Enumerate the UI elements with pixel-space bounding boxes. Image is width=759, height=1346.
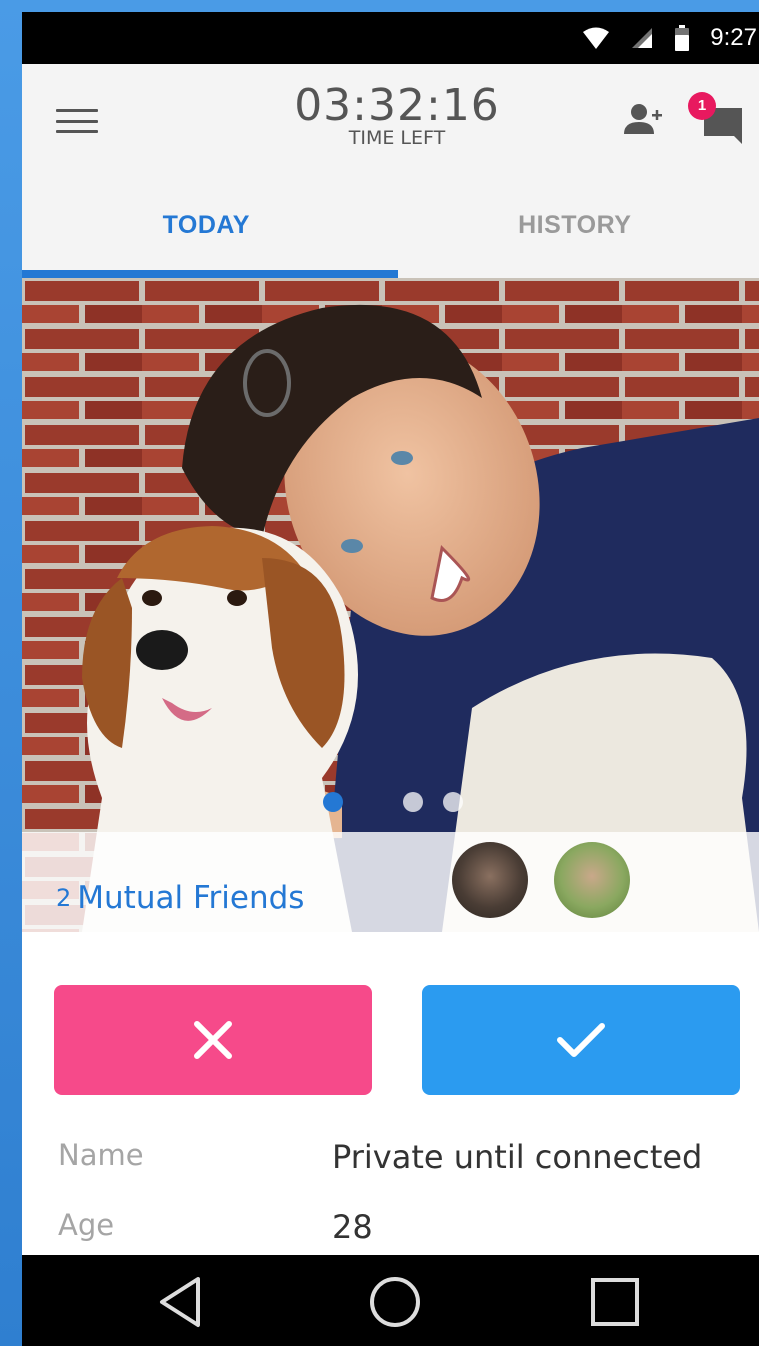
- wifi-icon: [583, 27, 610, 49]
- mutual-count: 2: [56, 884, 72, 912]
- mutual-friends-text: 2 Mutual Friends: [56, 880, 304, 916]
- pager-dot[interactable]: [403, 792, 423, 812]
- back-icon[interactable]: [154, 1275, 208, 1329]
- photo-pager: [22, 792, 759, 816]
- menu-icon[interactable]: [56, 106, 98, 136]
- recents-icon[interactable]: [588, 1275, 642, 1329]
- pager-dot-active[interactable]: [323, 792, 343, 812]
- battery-icon: [675, 25, 690, 51]
- reject-button[interactable]: [54, 985, 372, 1095]
- tab-bar: TODAY HISTORY: [22, 188, 759, 280]
- detail-value: 28: [332, 1208, 373, 1246]
- check-icon: [557, 1023, 605, 1057]
- device-frame-top: [0, 0, 759, 12]
- detail-value: Private until connected: [332, 1138, 703, 1176]
- mutual-friend-avatar[interactable]: [554, 842, 630, 918]
- mutual-friend-avatar[interactable]: [452, 842, 528, 918]
- detail-label: Age: [58, 1208, 115, 1242]
- timer-value: 03:32:16: [294, 80, 500, 131]
- accept-button[interactable]: [422, 985, 740, 1095]
- mutual-friends-bar[interactable]: 2 Mutual Friends: [22, 832, 759, 932]
- status-time: 9:27: [710, 24, 757, 51]
- phone-screen: 9:27 03:32:16 TIME LEFT 1 TODAY HISTORY: [22, 12, 759, 1346]
- mutual-label: Mutual Friends: [77, 880, 305, 916]
- pager-dot[interactable]: [443, 792, 463, 812]
- detail-row-name: Name Private until connected: [22, 1138, 759, 1198]
- status-icons: 9:27: [582, 12, 757, 64]
- detail-label: Name: [58, 1138, 144, 1172]
- close-icon: [194, 1021, 232, 1059]
- signal-icon: [632, 28, 653, 48]
- navigation-bar: [22, 1255, 759, 1346]
- add-friend-icon[interactable]: [622, 100, 664, 140]
- app-bar: 03:32:16 TIME LEFT 1: [22, 64, 759, 188]
- device-frame-left: [0, 0, 22, 1346]
- countdown-timer: 03:32:16 TIME LEFT: [272, 80, 522, 150]
- tab-indicator: [22, 270, 398, 278]
- notification-badge: 1: [688, 92, 716, 120]
- tab-today[interactable]: TODAY: [22, 188, 391, 280]
- tab-history[interactable]: HISTORY: [391, 188, 759, 280]
- status-bar: 9:27: [22, 12, 759, 64]
- home-icon[interactable]: [368, 1275, 422, 1329]
